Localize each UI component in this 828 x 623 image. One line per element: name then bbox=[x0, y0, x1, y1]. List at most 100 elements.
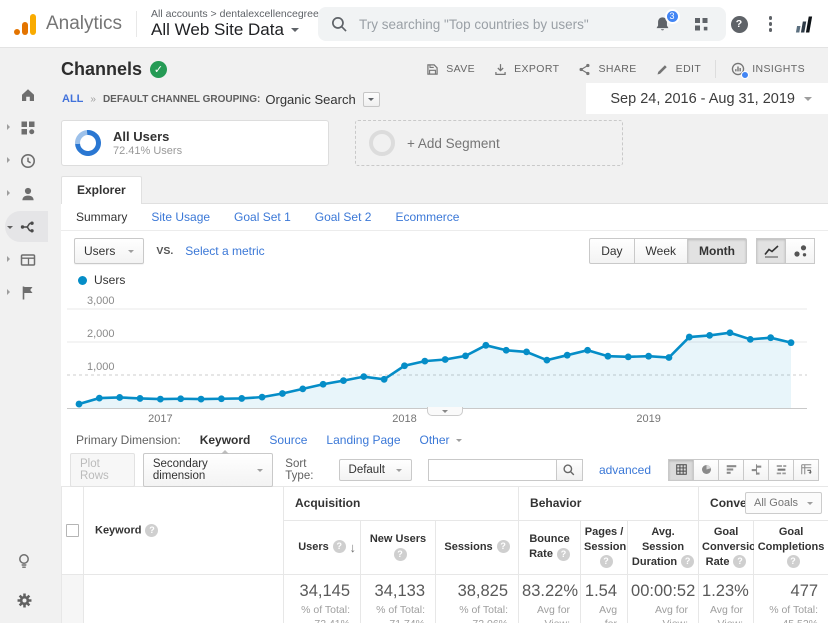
dimension-source[interactable]: Source bbox=[269, 433, 307, 447]
google-analytics-logo-icon[interactable] bbox=[14, 13, 36, 35]
column-header-bounce-rate[interactable]: Bounce Rate bbox=[519, 521, 581, 575]
table-search-input[interactable] bbox=[428, 459, 556, 481]
comparison-view-button[interactable] bbox=[743, 459, 769, 481]
primary-dimension-label: Primary Dimension: bbox=[76, 433, 181, 447]
sort-type-button[interactable]: Default bbox=[339, 459, 412, 481]
page-title: Channels bbox=[61, 59, 142, 80]
breadcrumb-all-link[interactable]: ALL bbox=[62, 93, 83, 105]
chevron-down-icon bbox=[804, 97, 812, 105]
collapse-arrow-icon bbox=[7, 226, 13, 232]
help-icon[interactable] bbox=[145, 524, 158, 537]
subtab-summary[interactable]: Summary bbox=[76, 210, 127, 224]
apps-grid-button[interactable] bbox=[693, 16, 710, 33]
help-icon[interactable] bbox=[681, 555, 694, 568]
table-search-button[interactable] bbox=[556, 459, 583, 481]
sidebar-item-acquisition[interactable] bbox=[0, 210, 48, 243]
more-menu-button[interactable] bbox=[769, 16, 773, 32]
granularity-day-button[interactable]: Day bbox=[589, 238, 634, 264]
chart-legend: Users bbox=[61, 271, 828, 289]
help-button[interactable] bbox=[731, 16, 748, 33]
column-header-avg-session-duration[interactable]: Avg. Session Duration bbox=[628, 521, 699, 575]
sidebar-item-realtime[interactable] bbox=[0, 144, 48, 177]
column-header-users[interactable]: Users bbox=[284, 521, 361, 575]
account-switcher[interactable]: All accounts > dentalexcellencegreenb...… bbox=[151, 8, 339, 40]
series-name: Users bbox=[94, 273, 125, 287]
table-view-button[interactable] bbox=[668, 459, 694, 481]
line-chart-view-button[interactable] bbox=[756, 238, 786, 264]
help-icon[interactable] bbox=[394, 548, 407, 561]
term-cloud-view-button[interactable] bbox=[768, 459, 794, 481]
diagnostics-button[interactable] bbox=[793, 15, 814, 34]
series-color-dot bbox=[78, 276, 87, 285]
edit-button[interactable]: EDIT bbox=[646, 56, 711, 83]
column-header-goal-completions[interactable]: Goal Completions bbox=[754, 521, 828, 575]
performance-view-button[interactable] bbox=[718, 459, 744, 481]
date-range-picker[interactable]: Sep 24, 2016 - Aug 31, 2019 bbox=[586, 83, 828, 114]
pie-chart-icon bbox=[700, 463, 713, 476]
date-range-value: Sep 24, 2016 - Aug 31, 2019 bbox=[610, 91, 795, 107]
account-breadcrumb: All accounts > dentalexcellencegreenb... bbox=[151, 8, 339, 20]
subtab-ecommerce[interactable]: Ecommerce bbox=[395, 210, 459, 224]
export-button[interactable]: EXPORT bbox=[484, 56, 568, 83]
advanced-search-link[interactable]: advanced bbox=[599, 463, 651, 477]
expand-arrow-icon bbox=[7, 190, 13, 196]
segment-card-all-users[interactable]: All Users 72.41% Users bbox=[61, 120, 329, 166]
help-icon[interactable] bbox=[733, 555, 746, 568]
help-icon[interactable] bbox=[333, 540, 346, 553]
logo-bar-tall bbox=[30, 14, 36, 35]
secondary-dimension-button[interactable]: Secondary dimension bbox=[143, 453, 273, 487]
sidebar-item-audience[interactable] bbox=[0, 177, 48, 210]
column-header-new-users[interactable]: New Users bbox=[361, 521, 436, 575]
select-metric-link[interactable]: Select a metric bbox=[185, 244, 264, 258]
admin-gear-icon[interactable] bbox=[15, 591, 34, 615]
sidebar-item-home[interactable] bbox=[0, 78, 48, 111]
granularity-week-button[interactable]: Week bbox=[634, 238, 688, 264]
expand-arrow-icon bbox=[7, 157, 13, 163]
notifications-button[interactable]: 3 bbox=[653, 15, 672, 34]
flag-icon bbox=[19, 284, 37, 302]
chevron-down-icon bbox=[368, 98, 374, 104]
all-goals-dropdown[interactable]: All Goals bbox=[745, 492, 822, 514]
subtab-goal-set-2[interactable]: Goal Set 2 bbox=[315, 210, 372, 224]
grouping-dropdown-button[interactable] bbox=[363, 92, 380, 107]
column-header-pages-session[interactable]: Pages / Session bbox=[581, 521, 628, 575]
pivot-view-button[interactable] bbox=[793, 459, 819, 481]
home-icon bbox=[19, 86, 37, 104]
dimension-keyword[interactable]: Keyword bbox=[200, 433, 251, 447]
select-all-checkbox[interactable] bbox=[66, 524, 79, 537]
save-button[interactable]: SAVE bbox=[416, 56, 484, 83]
column-header-goal-conversion-rate[interactable]: Goal Conversion Rate bbox=[699, 521, 754, 575]
insights-button[interactable]: INSIGHTS bbox=[721, 55, 814, 83]
pencil-icon bbox=[655, 62, 670, 77]
subtab-site-usage[interactable]: Site Usage bbox=[151, 210, 210, 224]
percentage-view-button[interactable] bbox=[693, 459, 719, 481]
sidebar-item-behavior[interactable] bbox=[0, 243, 48, 276]
dimension-other[interactable]: Other bbox=[420, 433, 462, 447]
add-segment-button[interactable]: + Add Segment bbox=[355, 120, 623, 166]
help-icon[interactable] bbox=[787, 555, 800, 568]
segment-share: 72.41% Users bbox=[113, 145, 182, 157]
help-icon[interactable] bbox=[497, 540, 510, 553]
dimension-landing-page[interactable]: Landing Page bbox=[326, 433, 400, 447]
discover-lightbulb-icon[interactable] bbox=[15, 552, 33, 576]
subtab-goal-set-1[interactable]: Goal Set 1 bbox=[234, 210, 291, 224]
share-button[interactable]: SHARE bbox=[568, 56, 645, 83]
column-header-keyword[interactable]: Keyword bbox=[84, 487, 284, 575]
report-panel: Summary Site Usage Goal Set 1 Goal Set 2… bbox=[61, 203, 828, 623]
granularity-month-button[interactable]: Month bbox=[687, 238, 747, 264]
metric-select-button[interactable]: Users bbox=[74, 238, 144, 264]
motion-chart-view-button[interactable] bbox=[785, 238, 815, 264]
tab-explorer[interactable]: Explorer bbox=[61, 176, 142, 204]
group-header-acquisition: Acquisition bbox=[284, 487, 519, 521]
timeline-collapse-handle[interactable] bbox=[427, 407, 463, 416]
sidebar-item-customization[interactable] bbox=[0, 111, 48, 144]
clock-icon bbox=[19, 152, 37, 170]
plot-rows-button[interactable]: Plot Rows bbox=[70, 453, 135, 487]
help-icon[interactable] bbox=[600, 555, 613, 568]
help-icon[interactable] bbox=[557, 548, 570, 561]
column-header-sessions[interactable]: Sessions bbox=[436, 521, 519, 575]
save-icon bbox=[425, 62, 440, 77]
sidebar-item-conversions[interactable] bbox=[0, 276, 48, 309]
data-grid-icon bbox=[675, 463, 688, 476]
sort-descending-icon[interactable] bbox=[350, 539, 357, 557]
